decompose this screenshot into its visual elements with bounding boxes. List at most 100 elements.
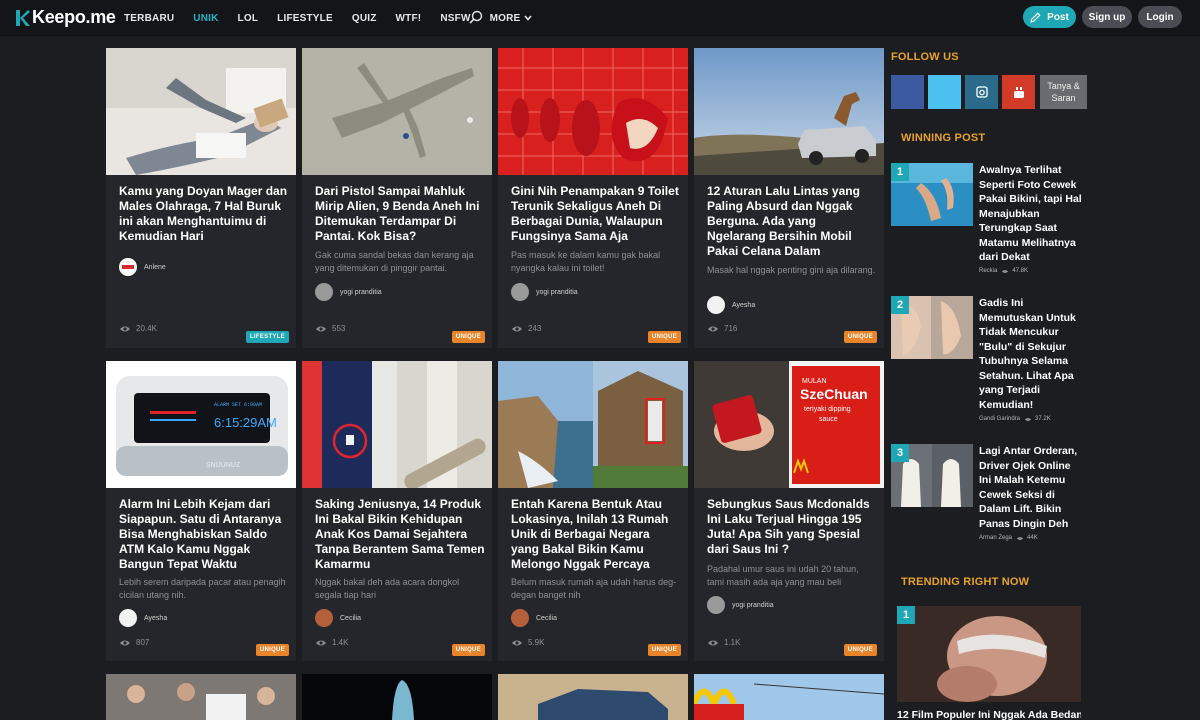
- category-badge[interactable]: UNIQUE: [843, 644, 877, 656]
- article-thumbnail: MULAN SzeChuan teriyaki dipping sauce: [694, 361, 884, 488]
- article-card[interactable]: [694, 674, 884, 720]
- article-card[interactable]: Gini Nih Penampakan 9 Toilet Terunik Sek…: [498, 48, 688, 348]
- instagram-link[interactable]: [965, 75, 998, 109]
- facebook-link[interactable]: [891, 75, 924, 109]
- view-count-value: 553: [332, 324, 346, 333]
- nav-item-terbaru[interactable]: TERBARU: [124, 13, 174, 24]
- article-title[interactable]: Alarm Ini Lebih Kejam dari Siapapun. Sat…: [119, 497, 289, 572]
- article-thumbnail: [498, 674, 688, 720]
- nav-item-wtf[interactable]: WTF!: [396, 13, 422, 24]
- article-title[interactable]: Gini Nih Penampakan 9 Toilet Terunik Sek…: [511, 184, 681, 244]
- article-title[interactable]: Sebungkus Saus Mcdonalds Ini Laku Terjua…: [707, 497, 877, 557]
- post-button[interactable]: Post: [1023, 6, 1076, 28]
- winning-post-item[interactable]: 3 Lagi Antar Orderan, Driver Ojek Online…: [891, 444, 1087, 549]
- rank-badge: 1: [897, 606, 915, 624]
- avatar: [707, 296, 725, 314]
- nav-item-unik[interactable]: UNIK: [193, 13, 218, 24]
- twitter-link[interactable]: [928, 75, 961, 109]
- chevron-down-icon: [524, 13, 533, 24]
- article-description: Masak hal nggak penting gini aja dilaran…: [707, 265, 876, 275]
- article-author[interactable]: Ayesha: [119, 609, 167, 627]
- winning-post-item[interactable]: 1 Awalnya Terlihat Seperti Foto Cewek Pa…: [891, 163, 1087, 283]
- category-badge[interactable]: UNIQUE: [451, 644, 485, 656]
- eye-icon: [316, 640, 326, 645]
- signup-button[interactable]: Sign up: [1082, 6, 1132, 28]
- category-badge[interactable]: UNIQUE: [451, 331, 485, 343]
- view-count-value: 1.1K: [724, 638, 741, 647]
- nav-item-quiz[interactable]: QUIZ: [352, 13, 377, 24]
- sauce-name-text: SzeChuan: [800, 386, 868, 402]
- eye-icon: [1016, 536, 1024, 540]
- article-title[interactable]: Kamu yang Doyan Mager dan Males Olahraga…: [119, 184, 289, 244]
- clock-alarm-text: ALARM SET 6:00AM: [214, 402, 262, 408]
- article-card[interactable]: MULAN SzeChuan teriyaki dipping sauce Se…: [694, 361, 884, 661]
- article-author[interactable]: yogi pranditia: [707, 596, 774, 614]
- article-card[interactable]: [498, 674, 688, 720]
- article-title[interactable]: Entah Karena Bentuk Atau Lokasinya, Inil…: [511, 497, 681, 572]
- pencil-icon: [1030, 11, 1041, 23]
- article-author[interactable]: Ayesha: [707, 296, 755, 314]
- view-count: 553: [315, 324, 345, 333]
- winning-post-views: 44K: [1027, 535, 1038, 541]
- article-title[interactable]: Saking Jeniusnya, 14 Produk Ini Bakal Bi…: [315, 497, 485, 572]
- article-card[interactable]: Dari Pistol Sampai Mahluk Mirip Alien, 9…: [302, 48, 492, 348]
- winning-post-item[interactable]: 2 Gadis Ini Memutuskan Untuk Tidak Mencu…: [891, 296, 1087, 431]
- category-badge[interactable]: UNIQUE: [647, 644, 681, 656]
- author-name: yogi pranditia: [536, 288, 578, 296]
- article-thumbnail: [302, 48, 492, 175]
- article-title[interactable]: Dari Pistol Sampai Mahluk Mirip Alien, 9…: [315, 184, 485, 244]
- nav-item-nsfw[interactable]: NSFW: [440, 13, 470, 24]
- category-badge[interactable]: UNIQUE: [255, 644, 289, 656]
- article-author[interactable]: Cecilia: [511, 609, 557, 627]
- sauce-label-text: sauce: [819, 416, 838, 423]
- login-button[interactable]: Login: [1138, 6, 1182, 28]
- winning-post-title[interactable]: Awalnya Terlihat Seperti Foto Cewek Paka…: [979, 163, 1084, 265]
- category-badge[interactable]: UNIQUE: [843, 331, 877, 343]
- article-card[interactable]: ALARM SET 6:00AM 6:15:29AM SNUUNUZ Alarm…: [106, 361, 296, 661]
- avatar: [119, 258, 137, 276]
- keepo-logo-icon: [16, 9, 30, 27]
- category-badge[interactable]: UNIQUE: [647, 331, 681, 343]
- article-thumbnail: [694, 674, 884, 720]
- winning-post-author: Gandi Garindra: [979, 416, 1021, 422]
- article-thumbnail: [302, 674, 492, 720]
- eye-icon: [708, 326, 718, 331]
- article-author[interactable]: yogi pranditia: [511, 283, 578, 301]
- article-card[interactable]: Entah Karena Bentuk Atau Lokasinya, Inil…: [498, 361, 688, 661]
- article-card[interactable]: 12 Aturan Lalu Lintas yang Paling Absurd…: [694, 48, 884, 348]
- article-card[interactable]: [106, 674, 296, 720]
- article-card[interactable]: Saking Jeniusnya, 14 Produk Ini Bakal Bi…: [302, 361, 492, 661]
- clock-brand-text: SNUUNUZ: [206, 462, 241, 469]
- eye-icon: [1024, 417, 1032, 421]
- article-title[interactable]: 12 Aturan Lalu Lintas yang Paling Absurd…: [707, 184, 877, 259]
- author-name: yogi pranditia: [340, 288, 382, 296]
- post-button-label: Post: [1047, 11, 1069, 23]
- winning-post-views: 47.8K: [1012, 268, 1029, 274]
- category-badge[interactable]: LIFESTYLE: [245, 331, 289, 343]
- winning-post-meta: Reckia 47.8K: [979, 268, 1028, 274]
- clock-time-text: 6:15:29AM: [214, 415, 277, 430]
- youtube-icon: [1013, 86, 1024, 98]
- view-count: 1.1K: [707, 638, 740, 647]
- article-card[interactable]: Kamu yang Doyan Mager dan Males Olahraga…: [106, 48, 296, 348]
- winning-post-title[interactable]: Gadis Ini Memutuskan Untuk Tidak Mencuku…: [979, 296, 1084, 412]
- tanya-saran-button[interactable]: Tanya & Saran: [1040, 75, 1087, 109]
- nav-item-lifestyle[interactable]: LIFESTYLE: [277, 13, 333, 24]
- site-logo[interactable]: Keepo.me: [16, 7, 116, 28]
- nav-item-more[interactable]: MORE: [490, 13, 533, 24]
- winning-post-meta: Gandi Garindra 37.2K: [979, 416, 1051, 422]
- article-author[interactable]: Anlene: [119, 258, 166, 276]
- winning-post-title[interactable]: Lagi Antar Orderan, Driver Ojek Online I…: [979, 444, 1084, 531]
- nav-item-lol[interactable]: LOL: [238, 13, 259, 24]
- winning-post-meta: Arman Zega 44K: [979, 535, 1038, 541]
- instagram-icon: [975, 86, 988, 98]
- article-author[interactable]: yogi pranditia: [315, 283, 382, 301]
- view-count-value: 716: [724, 324, 738, 333]
- trending-item-title[interactable]: 12 Film Populer Ini Nggak Ada Bedanya: [897, 709, 1081, 720]
- article-author[interactable]: Cecilia: [315, 609, 361, 627]
- trending-item-thumbnail[interactable]: 1: [897, 606, 1081, 702]
- youtube-link[interactable]: [1002, 75, 1035, 109]
- search-icon[interactable]: [469, 10, 483, 29]
- article-card[interactable]: [302, 674, 492, 720]
- avatar: [315, 609, 333, 627]
